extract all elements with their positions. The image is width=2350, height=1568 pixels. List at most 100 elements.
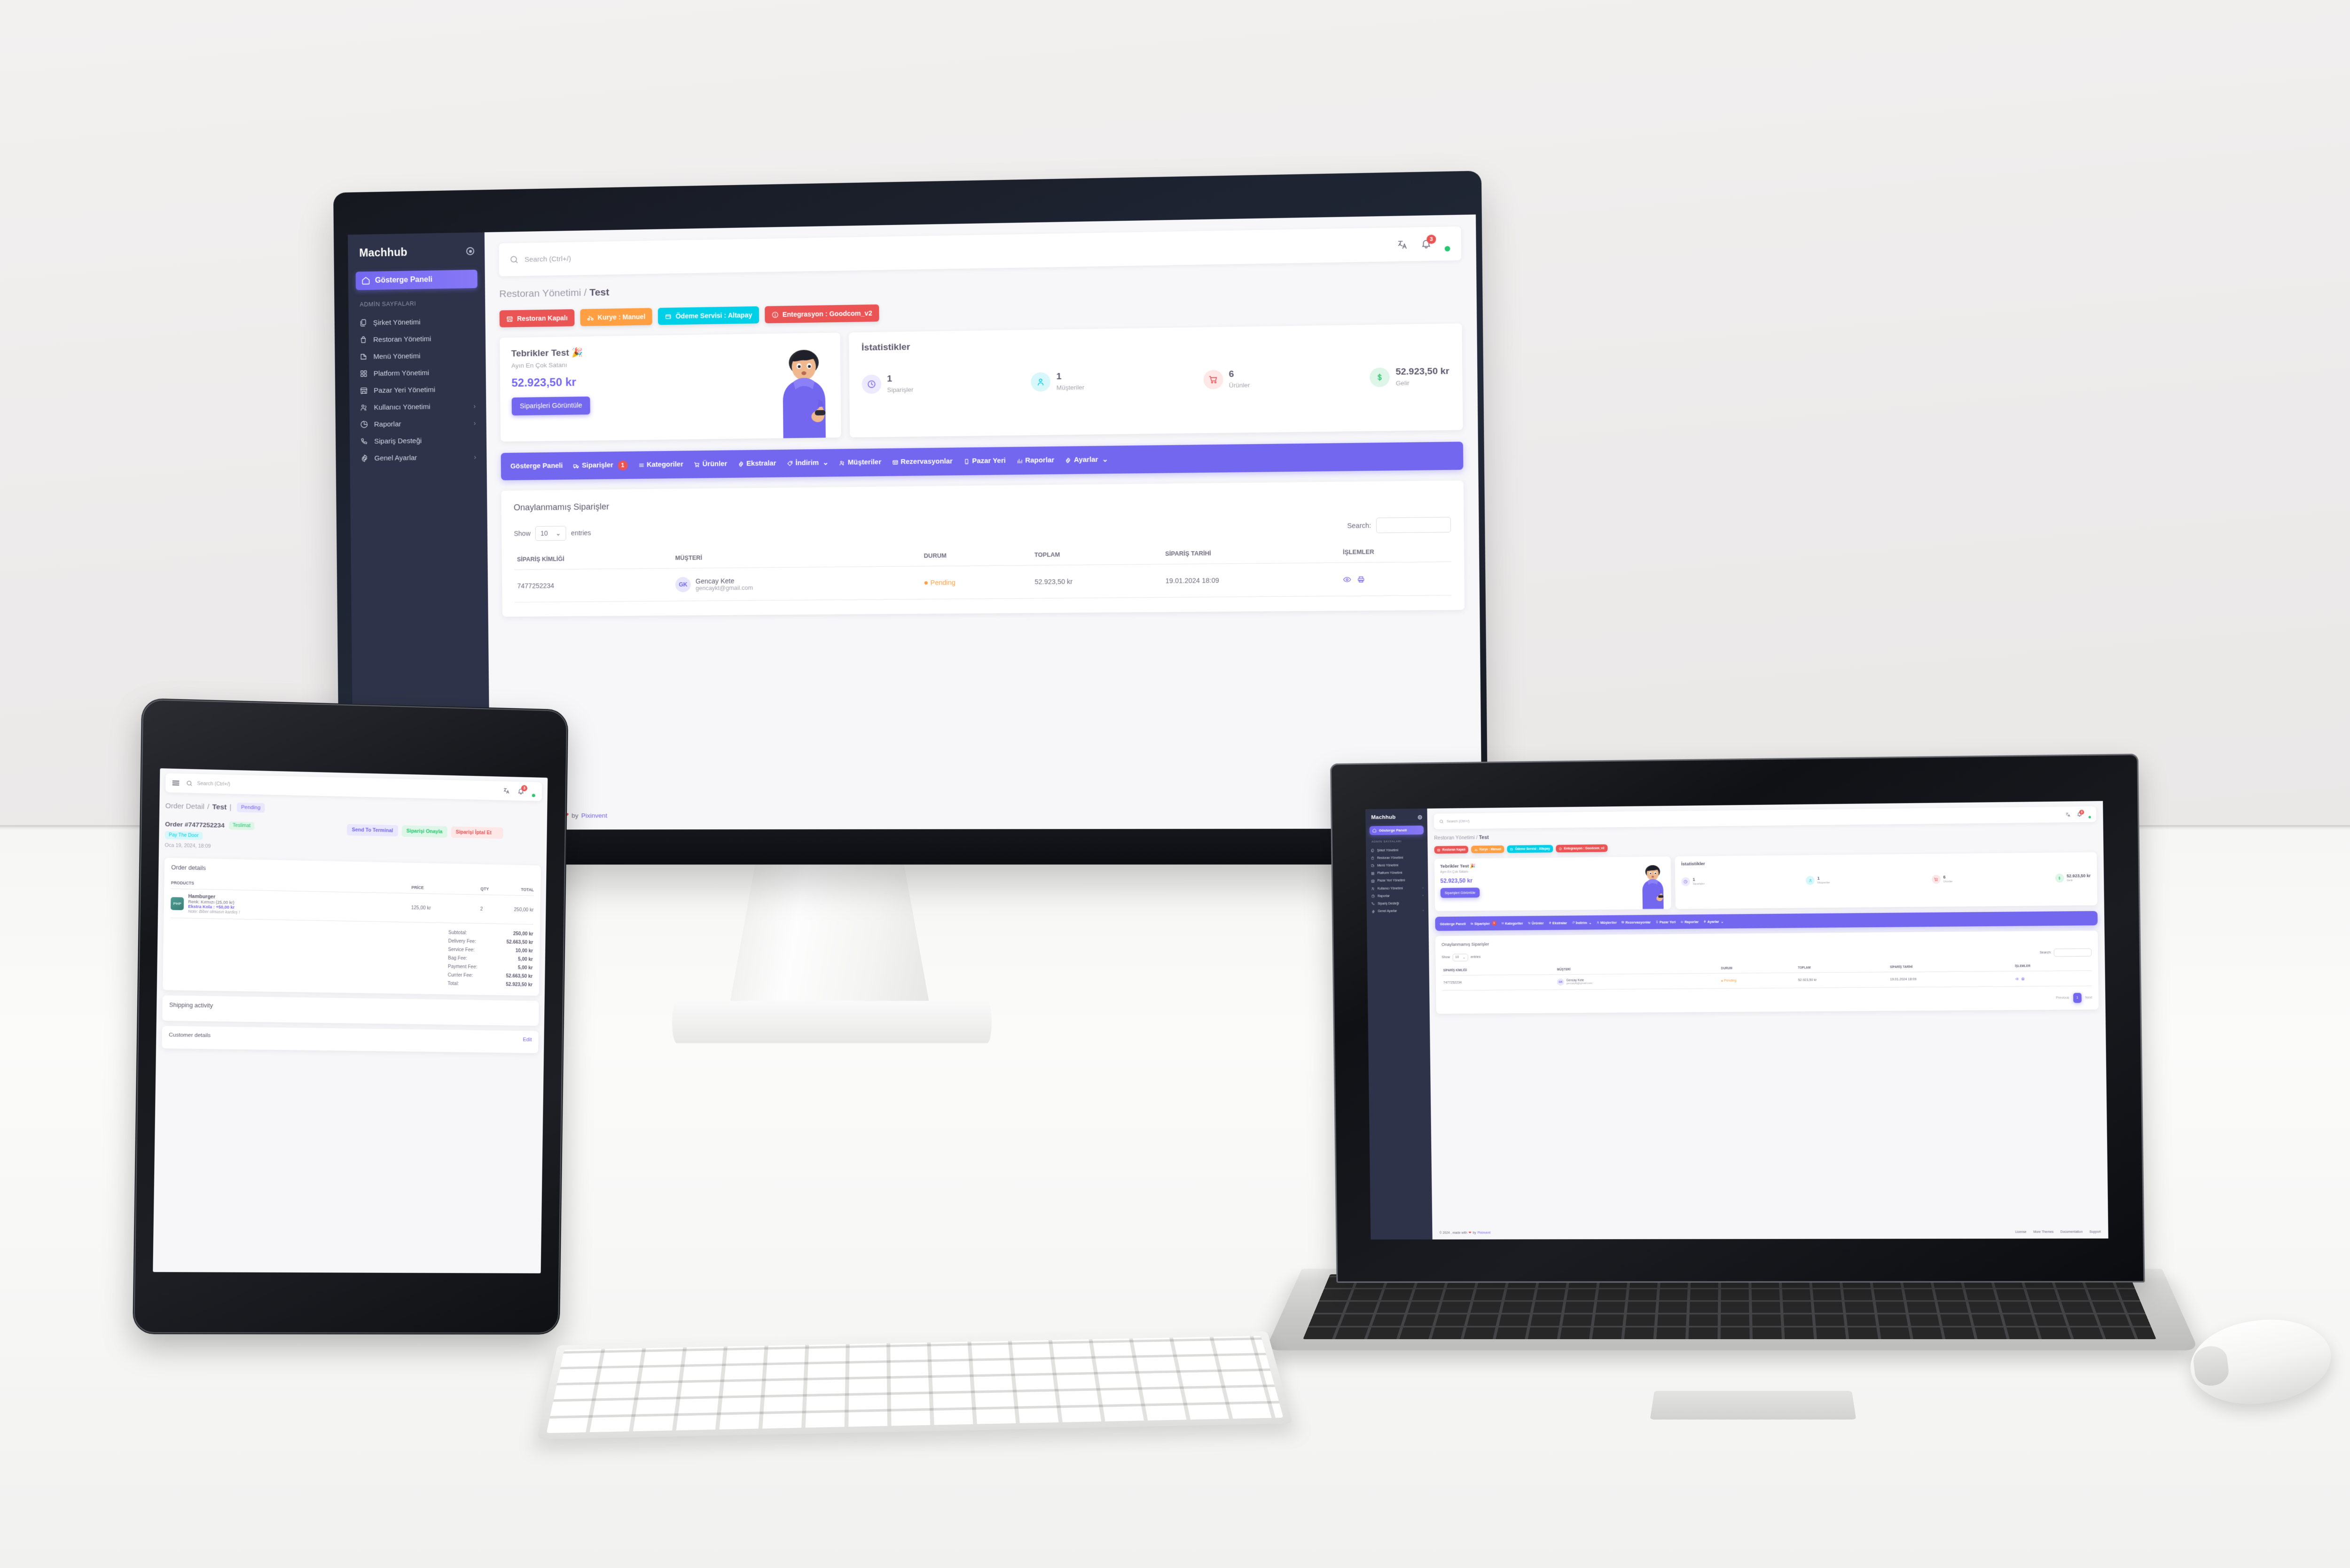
sidebar-item-4[interactable]: Platform Yönetimi	[349, 363, 486, 382]
status-chip-2[interactable]: Kurye : Manuel	[580, 308, 652, 327]
sidebar-item-8[interactable]: Sipariş Desteği	[350, 431, 486, 450]
order-action-1[interactable]: Send To Terminal	[347, 824, 398, 837]
laptop-trackpad[interactable]	[1650, 1391, 1856, 1420]
nav-item-11[interactable]: Ayarlar ⌄	[1065, 456, 1108, 464]
nav-item-8[interactable]: Rezervasyonlar	[1622, 920, 1651, 925]
footer-link-1[interactable]: License	[2015, 1230, 2027, 1233]
eye-icon[interactable]	[1343, 575, 1352, 584]
sidebar-item-8[interactable]: Sipariş Desteği	[1367, 899, 1428, 907]
column-header-5[interactable]: SİPARİŞ TARİHİ	[1888, 961, 2014, 972]
nav-item-9[interactable]: Pazar Yeri	[964, 457, 1006, 465]
nav-item-10[interactable]: Raporlar	[1017, 457, 1054, 465]
search-input[interactable]: Search (Ctrl+/)	[525, 255, 571, 264]
nav-item-6[interactable]: İndirim ⌄	[787, 459, 829, 467]
nav-item-3[interactable]: Kategoriler	[638, 461, 683, 469]
footer-link-2[interactable]: More Themes	[2033, 1230, 2053, 1233]
sidebar-item-2[interactable]: Restoran Yönetimi	[349, 329, 486, 348]
entries-select[interactable]: 10 ⌄	[1452, 953, 1469, 961]
sidebar-item-2[interactable]: Restoran Yönetimi	[1366, 854, 1427, 862]
status-chip-3[interactable]: Ödeme Servisi : Altapay	[658, 306, 759, 325]
sidebar-item-1[interactable]: Şirket Yönetimi	[1366, 846, 1427, 855]
status-chip-1[interactable]: Restoran Kapalı	[1434, 845, 1469, 854]
status-chip-4[interactable]: Entegrasyon : Goodcom_v2	[764, 304, 879, 324]
pagination-next[interactable]: Next	[2085, 996, 2092, 999]
sidebar-item-7[interactable]: Raporlar ›	[350, 414, 486, 433]
nav-item-11[interactable]: Ayarlar ⌄	[1703, 920, 1723, 924]
column-header-2[interactable]: MÜŞTERİ	[672, 546, 921, 569]
notifications-button[interactable]: 3	[1421, 234, 1436, 250]
column-header-3[interactable]: DURUM	[921, 545, 1032, 567]
nav-item-5[interactable]: Ekstralar	[1549, 921, 1567, 925]
sidebar-item-3[interactable]: Menü Yönetimi	[1366, 861, 1428, 870]
nav-item-9[interactable]: Pazar Yeri	[1655, 920, 1676, 924]
sidebar-item-7[interactable]: Raporlar ›	[1366, 892, 1428, 900]
nav-item-1[interactable]: Gösterge Paneli	[510, 462, 563, 470]
nav-item-4[interactable]: Ürünler	[694, 460, 727, 468]
nav-item-4[interactable]: Ürünler	[1528, 921, 1544, 925]
sidebar-item-1[interactable]: Şirket Yönetimi	[349, 312, 486, 332]
notifications-button[interactable]: 3	[2077, 810, 2084, 817]
order-action-2[interactable]: Siparişi Onayla	[401, 825, 447, 838]
sidebar-item-6[interactable]: Kullanıcı Yönetimi ›	[349, 398, 486, 416]
sidebar-item-5[interactable]: Pazar Yeri Yönetimi	[1366, 877, 1428, 885]
nav-item-8[interactable]: Rezervasyonlar	[892, 458, 953, 466]
breadcrumb-parent[interactable]: Restoran Yönetimi	[1434, 835, 1475, 841]
footer-link-4[interactable]: Support	[2089, 1230, 2101, 1233]
column-header-4[interactable]: TOPLAM	[1031, 544, 1162, 566]
view-orders-button[interactable]: Siparişleri Görüntüle	[511, 396, 591, 416]
edit-customer-link[interactable]: Edit	[523, 1037, 532, 1043]
nav-item-6[interactable]: İndirim ⌄	[1572, 921, 1592, 925]
pagination-current-page[interactable]: 1	[2073, 993, 2082, 1003]
column-header-1[interactable]: SİPARİŞ KİMLİĞİ	[514, 548, 673, 570]
nav-item-3[interactable]: Kategoriler	[1501, 921, 1523, 926]
translate-icon[interactable]	[1397, 239, 1408, 250]
translate-icon[interactable]	[2066, 812, 2070, 817]
column-header-2[interactable]: MÜŞTERİ	[1555, 963, 1720, 975]
nav-item-2[interactable]: Siparişler 1	[573, 460, 628, 470]
nav-item-2[interactable]: Siparişler 1	[1471, 921, 1496, 926]
table-search-input[interactable]	[2053, 948, 2092, 957]
search-input[interactable]: Search (Ctrl+/)	[1447, 819, 1470, 824]
translate-icon[interactable]	[503, 788, 510, 794]
sidebar-item-dashboard[interactable]: Gösterge Paneli	[355, 269, 478, 290]
collapse-toggle-icon[interactable]	[1418, 815, 1422, 819]
collapse-toggle-icon[interactable]	[466, 247, 475, 256]
search-bar[interactable]: Search (Ctrl+/) 3	[499, 226, 1462, 277]
column-header-6[interactable]: İŞLEMLER	[1340, 541, 1451, 563]
order-action-3[interactable]: Siparişi İptal Et	[451, 826, 503, 839]
breadcrumb-parent[interactable]: Restoran Yönetimi	[499, 287, 581, 299]
footer-author-link[interactable]: Pixinvent	[581, 812, 608, 819]
entries-select[interactable]: 10 ⌄	[535, 525, 567, 541]
eye-icon[interactable]	[2015, 977, 2019, 981]
view-orders-button[interactable]: Siparişleri Görüntüle	[1440, 888, 1480, 898]
print-icon[interactable]	[1357, 575, 1365, 584]
nav-item-7[interactable]: Müşteriler	[839, 459, 881, 467]
hamburger-menu-icon[interactable]	[172, 780, 180, 786]
nav-item-10[interactable]: Raporlar	[1681, 920, 1699, 924]
sidebar-item-3[interactable]: Menü Yönetimi	[349, 346, 486, 365]
pagination-previous[interactable]: Previous	[2056, 997, 2069, 1000]
status-chip-1[interactable]: Restoran Kapalı	[499, 309, 575, 328]
sidebar-item-9[interactable]: Genel Ayarlar ›	[350, 448, 486, 467]
tablet-search-input[interactable]: Search (Ctrl+/)	[197, 780, 230, 787]
nav-item-7[interactable]: Müşteriler	[1597, 920, 1617, 925]
notifications-button[interactable]: 3	[517, 785, 528, 795]
keyboard-keys[interactable]	[546, 1336, 1284, 1433]
sidebar-item-6[interactable]: Kullanıcı Yönetimi ›	[1366, 884, 1428, 892]
sidebar-item-5[interactable]: Pazar Yeri Yönetimi	[349, 381, 486, 399]
search-bar[interactable]: Search (Ctrl+/) 3	[1434, 806, 2097, 829]
column-header-4[interactable]: TOPLAM	[1796, 962, 1889, 973]
laptop-keyboard[interactable]	[1303, 1274, 2156, 1340]
nav-item-5[interactable]: Ekstralar	[738, 460, 776, 468]
table-search-input[interactable]	[1376, 517, 1451, 533]
sidebar-item-9[interactable]: Genel Ayarlar ›	[1367, 907, 1428, 915]
column-header-1[interactable]: SİPARİŞ KİMLİĞİ	[1441, 965, 1556, 975]
column-header-3[interactable]: DURUM	[1719, 963, 1797, 974]
breadcrumb-parent[interactable]: Order Detail	[165, 802, 205, 811]
status-chip-4[interactable]: Entegrasyon : Goodcom_v2	[1556, 844, 1608, 853]
footer-link-3[interactable]: Documentation	[2060, 1230, 2083, 1233]
status-chip-2[interactable]: Kurye : Manuel	[1471, 845, 1504, 854]
status-chip-3[interactable]: Ödeme Servisi : Altapay	[1507, 845, 1553, 853]
sidebar-item-dashboard[interactable]: Gösterge Paneli	[1369, 825, 1424, 835]
column-header-6[interactable]: İŞLEMLER	[2013, 960, 2092, 971]
